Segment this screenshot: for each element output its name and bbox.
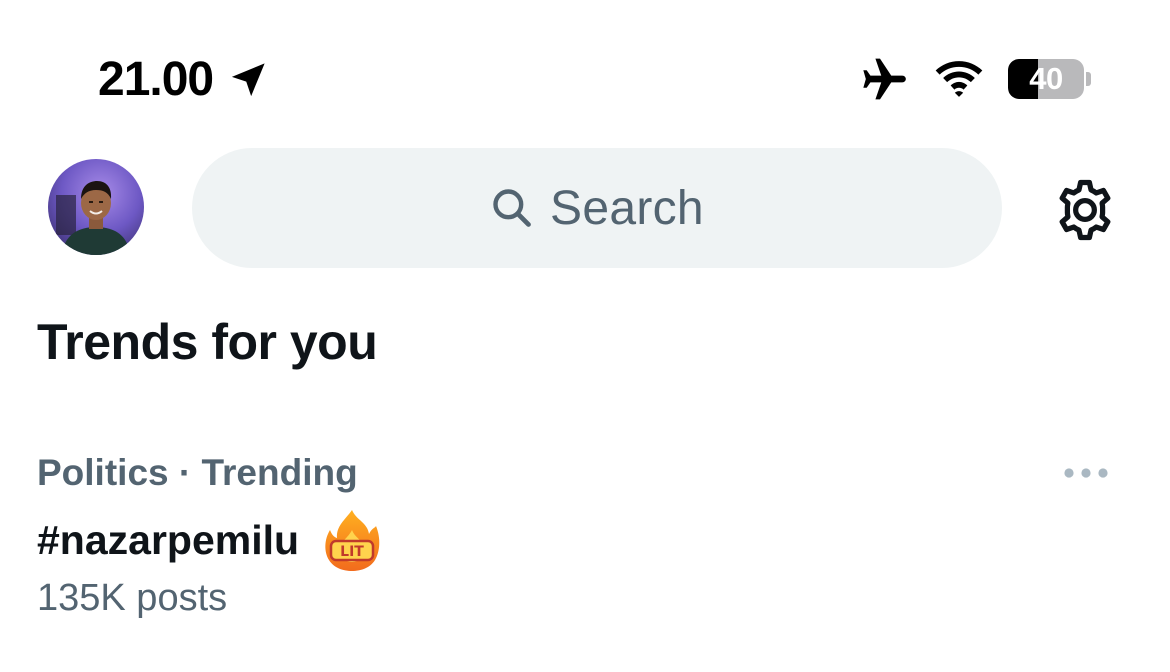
settings-button[interactable] (1052, 177, 1118, 243)
profile-avatar-image (48, 159, 144, 255)
svg-text:LIT: LIT (340, 544, 364, 560)
search-input[interactable]: Search (192, 148, 1002, 268)
status-time: 21.00 (98, 53, 214, 106)
airplane-mode-icon (863, 58, 906, 100)
trend-post-count: 135K posts (37, 577, 228, 619)
trend-item[interactable]: Politics · Trending #nazarpemilu LIT 135… (0, 440, 1170, 640)
avatar[interactable] (48, 159, 144, 255)
trend-title: #nazarpemilu (37, 517, 300, 563)
battery-cap (1086, 72, 1091, 86)
trend-title-row: #nazarpemilu LIT (37, 510, 381, 571)
wifi-icon (935, 61, 983, 97)
search-icon (493, 189, 531, 227)
location-arrow-icon (232, 63, 265, 97)
trend-meta: Politics · Trending (37, 452, 358, 493)
gear-icon (1059, 179, 1111, 241)
battery-body: 40 (1008, 59, 1084, 99)
status-icons: 40 (860, 52, 1092, 106)
trend-more-button[interactable] (1060, 458, 1112, 488)
battery-indicator: 40 (1008, 59, 1092, 99)
battery-level: 40 (1029, 61, 1063, 96)
more-horizontal-icon (1064, 468, 1108, 478)
fire-lit-icon: LIT (325, 510, 380, 571)
search-placeholder: Search (550, 181, 704, 235)
status-time-group: 21.00 (98, 50, 269, 110)
section-title: Trends for you (37, 314, 378, 370)
status-bar: 21.00 40 (0, 0, 1170, 140)
